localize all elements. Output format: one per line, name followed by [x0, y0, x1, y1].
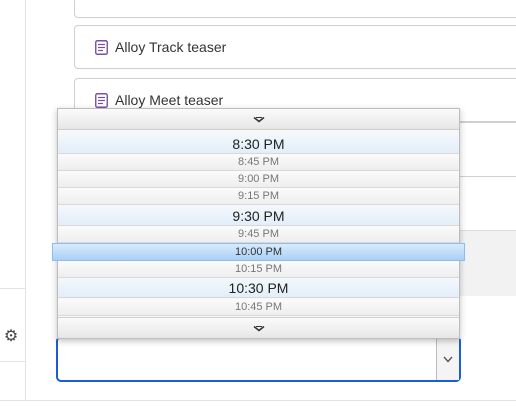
select-arrow-button[interactable] [436, 338, 459, 380]
chevron-down-icon [443, 356, 453, 363]
time-option[interactable]: 8:45 PM [58, 154, 459, 171]
sidebar-divider [0, 288, 25, 289]
gear-icon[interactable]: ⚙ [2, 328, 20, 346]
document-icon [95, 40, 108, 55]
content-card[interactable]: Alloy Track teaser [74, 25, 516, 69]
scroll-down-button[interactable] [58, 317, 459, 338]
time-option[interactable]: 9:30 PM [58, 206, 459, 226]
divider [458, 122, 516, 123]
bottom-divider [0, 400, 516, 401]
time-option[interactable]: 9:15 PM [58, 188, 459, 205]
content-card[interactable] [74, 0, 516, 18]
time-select[interactable] [56, 336, 461, 382]
scroll-up-button[interactable] [58, 109, 459, 130]
time-option[interactable]: 10:30 PM [58, 278, 459, 298]
card-title: Alloy Meet teaser [115, 92, 224, 108]
sidebar-divider [0, 361, 25, 362]
time-option-selected[interactable]: 10:00 PM [52, 243, 465, 261]
background-panel [452, 230, 516, 296]
time-option[interactable]: 8:30 PM [58, 134, 459, 154]
document-icon [95, 93, 108, 108]
divider [458, 176, 516, 177]
time-option[interactable]: 10:45 PM [58, 299, 459, 316]
left-sidebar: ⚙ [0, 0, 26, 400]
chevron-down-icon [253, 325, 264, 332]
time-option[interactable]: 9:00 PM [58, 171, 459, 188]
time-option[interactable]: 10:15 PM [58, 261, 459, 278]
time-option[interactable]: 9:45 PM [58, 226, 459, 243]
chevron-down-icon [253, 116, 264, 123]
card-title: Alloy Track teaser [115, 39, 227, 55]
time-dropdown[interactable]: 8:30 PM 8:45 PM 9:00 PM 9:15 PM 9:30 PM … [52, 108, 465, 339]
